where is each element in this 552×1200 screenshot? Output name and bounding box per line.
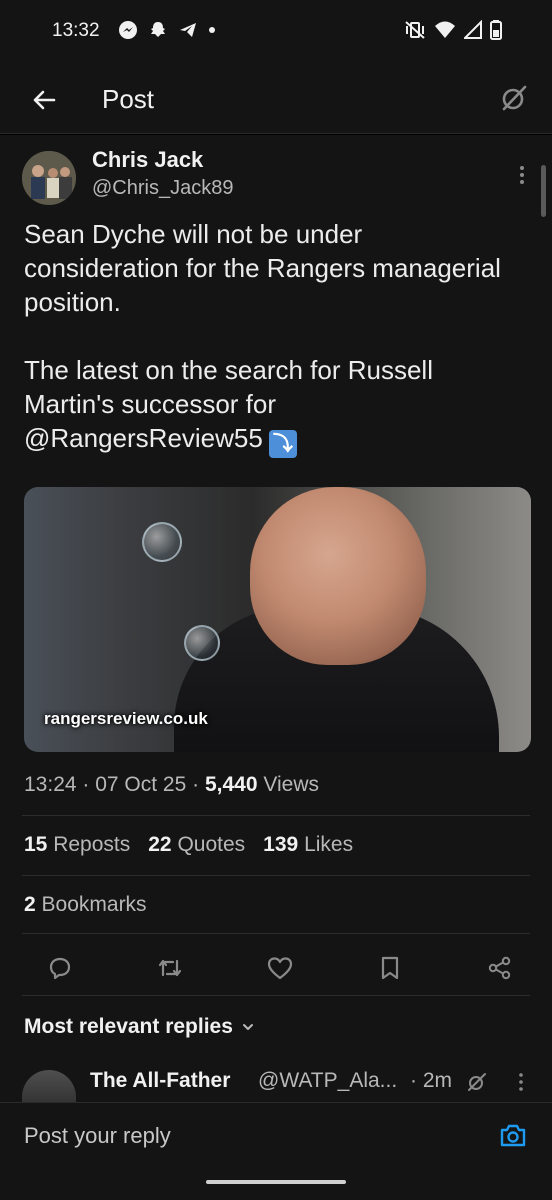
- post-paragraph-1: Sean Dyche will not be under considerati…: [24, 219, 501, 317]
- reply-composer: [0, 1102, 552, 1170]
- dot-icon: [209, 27, 215, 33]
- arrow-down-emoji-icon: ⤵: [268, 430, 297, 458]
- media-figure-head: [250, 487, 426, 665]
- media-bubble: [142, 522, 182, 562]
- author-name[interactable]: Chris Jack: [92, 147, 203, 173]
- reply-author-name[interactable]: The All-Father: [90, 1069, 230, 1093]
- views-label: Views: [263, 773, 320, 796]
- bookmarks-count: 2: [24, 893, 36, 916]
- like-icon: [267, 957, 293, 980]
- reply-author-handle[interactable]: @WATP_Ala...: [258, 1069, 397, 1093]
- engagement-stats: 15 Reposts 22 Quotes 139 Likes: [24, 833, 353, 857]
- status-system-icons: [404, 20, 502, 40]
- replies-sort-label: Most relevant replies: [24, 1015, 233, 1038]
- likes-label: Likes: [304, 833, 354, 856]
- post-date: 07 Oct 25: [95, 773, 187, 796]
- telegram-icon: [180, 23, 196, 37]
- media-watermark: rangersreview.co.uk: [44, 709, 208, 728]
- post-media-image[interactable]: rangersreview.co.uk: [24, 487, 531, 752]
- grok-button[interactable]: [498, 82, 530, 114]
- camera-icon: [500, 1124, 526, 1147]
- status-notification-icons: [118, 20, 216, 40]
- reply-more-button[interactable]: [516, 1071, 526, 1093]
- home-indicator[interactable]: [206, 1180, 346, 1184]
- bookmark-icon: [381, 956, 399, 980]
- divider: [22, 995, 530, 996]
- camera-button[interactable]: [498, 1121, 528, 1151]
- divider: [22, 933, 530, 934]
- likes-count: 139: [263, 833, 299, 856]
- back-arrow-icon: [33, 90, 56, 110]
- author-handle[interactable]: @Chris_Jack89: [92, 177, 233, 200]
- quotes-label: Quotes: [177, 833, 246, 856]
- like-button[interactable]: [266, 954, 294, 982]
- avatar-photo: [22, 151, 76, 205]
- post-actions: [22, 943, 530, 993]
- quotes-stat[interactable]: 22 Quotes: [148, 833, 245, 857]
- bookmarks-label: Bookmarks: [41, 893, 147, 916]
- post-text: Sean Dyche will not be under considerati…: [24, 217, 524, 458]
- chevron-down-icon: [242, 1024, 253, 1030]
- grok-icon: [502, 85, 527, 111]
- more-vertical-icon: [520, 166, 524, 184]
- more-vertical-icon: [519, 1073, 523, 1091]
- quotes-count: 22: [148, 833, 172, 856]
- mention-link[interactable]: @RangersReview55: [24, 423, 263, 453]
- bookmark-button[interactable]: [376, 954, 404, 982]
- top-app-bar: Post: [0, 64, 552, 134]
- reposts-label: Reposts: [53, 833, 131, 856]
- reposts-count: 15: [24, 833, 48, 856]
- post-paragraph-2: The latest on the search for Russell Mar…: [24, 353, 524, 458]
- snapchat-icon: [151, 22, 165, 37]
- post-detail: Chris Jack @Chris_Jack89 Sean Dyche will…: [0, 135, 552, 1110]
- post-time: 13:24: [24, 773, 77, 796]
- reply-grok-button[interactable]: [466, 1071, 488, 1093]
- likes-stat[interactable]: 139 Likes: [263, 833, 353, 857]
- divider: [22, 875, 530, 876]
- repost-icon: [158, 959, 182, 977]
- status-bar: 13:32: [0, 0, 552, 64]
- reposts-stat[interactable]: 15 Reposts: [24, 833, 130, 857]
- grok-icon: [468, 1073, 486, 1091]
- reply-time: · 2m: [410, 1069, 452, 1092]
- share-icon: [488, 956, 511, 980]
- page-title: Post: [102, 84, 155, 114]
- battery-icon: [490, 20, 502, 40]
- status-time: 13:32: [52, 20, 100, 41]
- wifi-icon: [435, 21, 455, 38]
- vibrate-off-icon: [405, 21, 425, 39]
- reply-input[interactable]: [24, 1123, 464, 1149]
- messenger-icon: [119, 21, 137, 39]
- back-button[interactable]: [28, 84, 60, 116]
- divider: [22, 815, 530, 816]
- views-count: 5,440: [204, 773, 258, 796]
- replies-sort-button[interactable]: Most relevant replies: [24, 1015, 255, 1039]
- author-avatar[interactable]: [22, 151, 76, 205]
- media-bubble: [184, 625, 220, 661]
- reply-icon: [49, 957, 71, 980]
- signal-icon: [464, 20, 482, 39]
- repost-button[interactable]: [156, 954, 184, 982]
- scrollbar-thumb[interactable]: [541, 165, 546, 217]
- post-meta: 13:24 · 07 Oct 25 · 5,440 Views: [24, 773, 320, 796]
- bookmarks-stat[interactable]: 2 Bookmarks: [24, 893, 147, 917]
- post-more-button[interactable]: [514, 163, 530, 187]
- system-nav-bar: [0, 1170, 552, 1200]
- post-paragraph-2-text: The latest on the search for Russell Mar…: [24, 355, 433, 419]
- reply-button[interactable]: [46, 954, 74, 982]
- share-button[interactable]: [486, 954, 514, 982]
